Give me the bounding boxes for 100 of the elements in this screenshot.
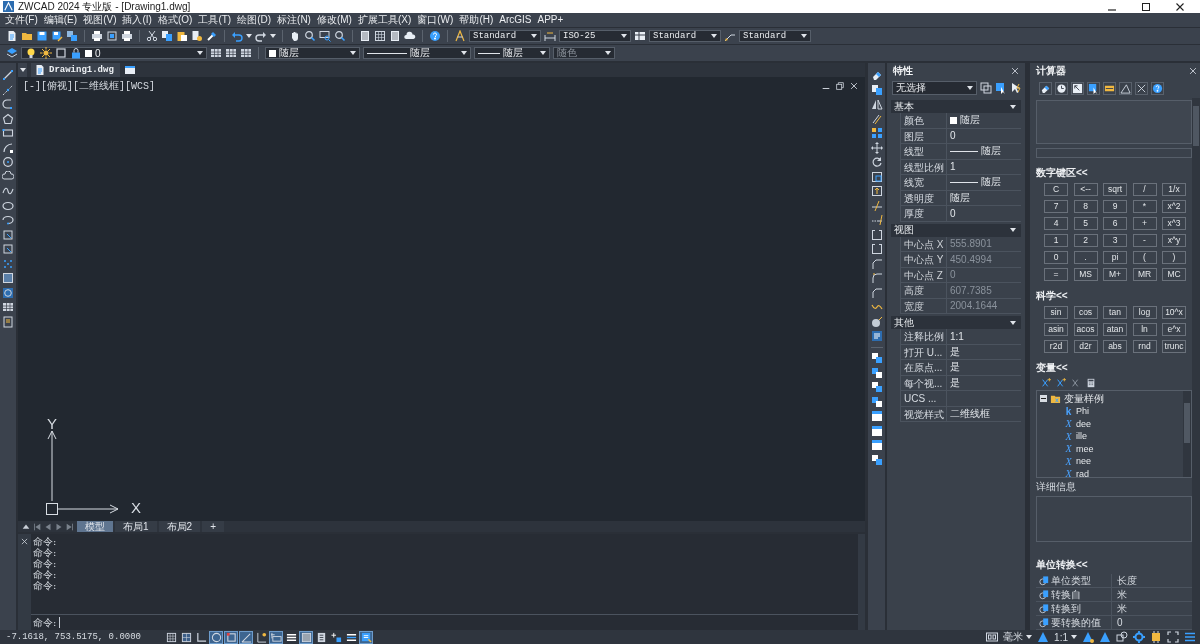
layer-dropdown[interactable]: 0 <box>21 47 207 59</box>
layout-tab[interactable]: + <box>202 521 224 532</box>
property-value[interactable]: 是 <box>947 360 1021 375</box>
calculator-key[interactable]: 10^x <box>1162 306 1186 320</box>
drawing-tab[interactable]: Drawing1.dwg <box>31 63 120 77</box>
undo-icon[interactable] <box>231 30 243 42</box>
chamfer-icon[interactable] <box>870 286 883 299</box>
select-objects-icon[interactable] <box>995 82 1007 94</box>
eraser-icon[interactable] <box>870 69 883 81</box>
menu-item[interactable]: 格式(O) <box>154 13 196 27</box>
calculator-key[interactable]: 4 <box>1044 217 1068 231</box>
calculator-key[interactable]: 1 <box>1044 234 1068 248</box>
tree-item[interactable]: mee <box>1076 443 1094 454</box>
calculator-key[interactable]: 3 <box>1103 234 1127 248</box>
tree-item[interactable]: dee <box>1076 418 1092 429</box>
ortho-toggle[interactable] <box>194 630 208 644</box>
calculator-key[interactable]: 5 <box>1073 217 1098 231</box>
linetype-dropdown[interactable]: 随层 <box>363 47 471 59</box>
page-settings-icon[interactable] <box>191 30 203 42</box>
table-icon[interactable] <box>2 301 14 313</box>
calculator-key[interactable]: e^x <box>1162 323 1186 337</box>
calculator-key[interactable]: 9 <box>1103 200 1127 214</box>
unit-value[interactable]: 0 <box>1114 617 1123 628</box>
property-value[interactable]: 1:1 <box>947 330 1021 342</box>
properties-icon[interactable] <box>870 330 883 342</box>
move-icon[interactable] <box>870 141 883 154</box>
property-value[interactable]: 0 <box>947 207 1021 219</box>
copy-icon[interactable] <box>870 83 883 96</box>
property-value[interactable]: 二维线框 <box>947 406 1021 421</box>
cut-icon[interactable] <box>146 30 158 42</box>
tab-menu-button[interactable] <box>18 63 27 77</box>
section-title[interactable]: 科学<< <box>1036 289 1192 304</box>
spline-icon[interactable] <box>2 185 14 197</box>
calculator-key[interactable]: 7 <box>1044 200 1068 214</box>
dynamic-ucs-toggle[interactable] <box>254 630 268 644</box>
offset-icon[interactable] <box>870 112 883 125</box>
table-style-icon[interactable] <box>634 30 646 42</box>
property-value[interactable]: 随层 <box>947 113 1021 128</box>
calculator-key[interactable]: x^y <box>1162 234 1186 248</box>
property-value[interactable]: 是 <box>947 375 1021 390</box>
save-as-icon[interactable] <box>51 30 63 42</box>
tree-item[interactable]: nee <box>1076 456 1092 467</box>
maximize-icon[interactable] <box>1140 0 1152 13</box>
object-snap-toggle[interactable] <box>224 630 238 644</box>
property-value[interactable]: 是 <box>947 344 1021 359</box>
clear-icon[interactable] <box>1136 83 1147 94</box>
calculator-key[interactable]: M+ <box>1103 268 1127 282</box>
zoom-icon[interactable] <box>334 30 346 42</box>
break-icon[interactable] <box>870 228 883 241</box>
paste-icon[interactable] <box>176 30 188 42</box>
section-header[interactable]: 基本 <box>891 100 1021 113</box>
calculator-key[interactable]: acos <box>1073 323 1098 337</box>
layout-tab[interactable]: 模型 <box>77 521 113 532</box>
isolate-icon[interactable] <box>1116 631 1128 643</box>
layout-tab[interactable]: 布局1 <box>115 521 157 532</box>
text-frame-icon[interactable] <box>2 315 14 328</box>
plus-toggle[interactable] <box>329 630 343 644</box>
calculator-key[interactable]: 6 <box>1103 217 1127 231</box>
eraser-icon[interactable] <box>1040 83 1051 94</box>
bring-dims-front-icon[interactable] <box>870 424 883 437</box>
calculator-key[interactable]: sqrt <box>1103 183 1127 197</box>
unit-value[interactable]: 米 <box>1114 601 1127 616</box>
calculator-key[interactable]: - <box>1132 234 1157 248</box>
close-icon[interactable] <box>849 81 859 91</box>
mirror-icon[interactable] <box>870 98 883 110</box>
calculator-key[interactable]: . <box>1073 251 1098 265</box>
open-folder-icon[interactable] <box>21 30 33 42</box>
calculator-key[interactable]: 2 <box>1073 234 1098 248</box>
layers-icon[interactable] <box>66 30 78 42</box>
calculator-key[interactable]: = <box>1044 268 1068 282</box>
section-title[interactable]: 数字键区<< <box>1036 166 1192 181</box>
menu-item[interactable]: 帮助(H) <box>456 13 497 27</box>
menu-item[interactable]: 绘图(D) <box>234 13 275 27</box>
settings-icon[interactable] <box>1133 631 1145 643</box>
property-value[interactable]: 随层 <box>947 190 1021 205</box>
polyline-icon[interactable] <box>2 98 14 110</box>
explode-icon[interactable] <box>870 315 883 328</box>
document-icon[interactable] <box>389 30 401 42</box>
calculator-key[interactable]: pi <box>1103 251 1127 265</box>
calculator-key[interactable]: d2r <box>1073 340 1098 354</box>
calculator-key[interactable]: tan <box>1103 306 1127 320</box>
scale-dropdown[interactable]: 1:1 <box>1054 631 1077 643</box>
text-style-dropdown[interactable]: Standard <box>469 30 541 42</box>
calculator-key[interactable]: ( <box>1132 251 1157 265</box>
calculator-key[interactable]: r2d <box>1044 340 1068 354</box>
color-dropdown[interactable]: 随层 <box>265 47 360 59</box>
construction-line-icon[interactable] <box>2 83 14 96</box>
lineweight-dropdown[interactable]: 随层 <box>474 47 550 59</box>
scale-icon[interactable] <box>870 170 883 183</box>
region-icon[interactable] <box>2 286 14 299</box>
array-icon[interactable] <box>870 127 883 139</box>
bring-leaders-front-icon[interactable] <box>870 439 883 451</box>
restore-icon[interactable] <box>835 81 845 91</box>
text-style-icon[interactable] <box>454 30 466 42</box>
model-space-icon[interactable] <box>986 631 999 643</box>
calculator-key[interactable]: 8 <box>1073 200 1098 214</box>
line-icon[interactable] <box>2 69 14 81</box>
menu-item[interactable]: 扩展工具(X) <box>354 13 415 27</box>
calculator-key[interactable]: 0 <box>1044 251 1068 265</box>
calculator-key[interactable]: ln <box>1132 323 1157 337</box>
